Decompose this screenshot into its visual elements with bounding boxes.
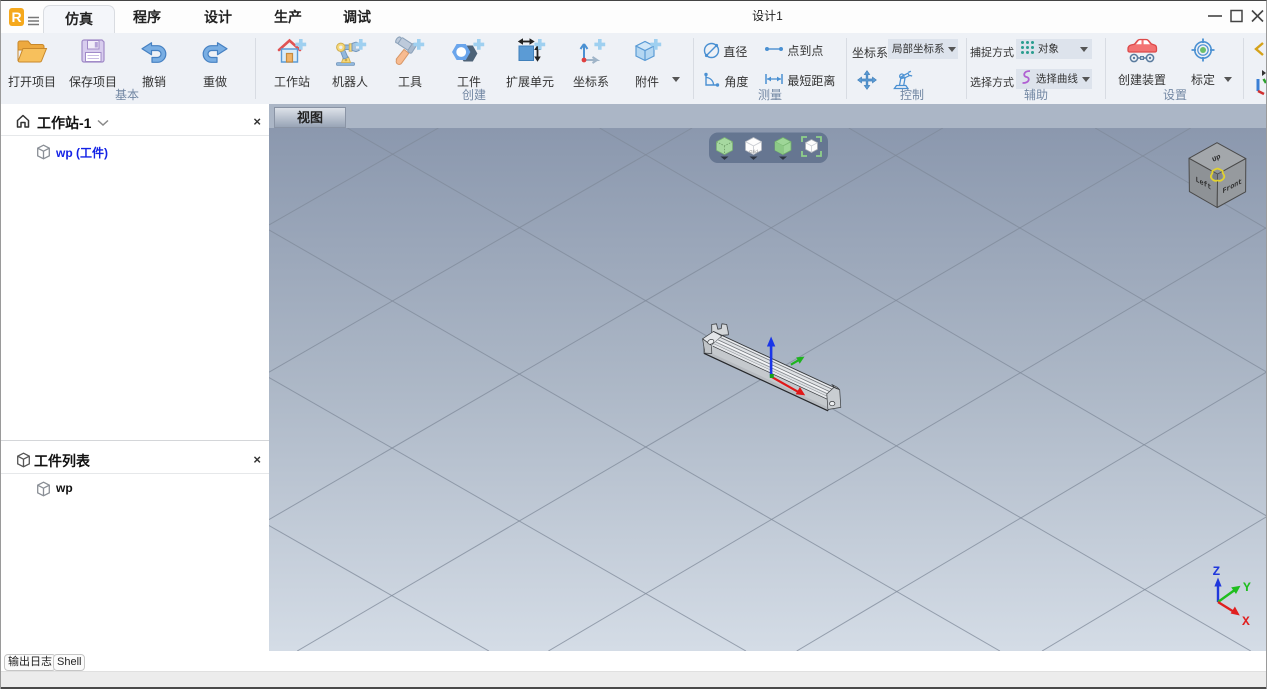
svg-text:Y: Y — [1243, 580, 1251, 595]
svg-text:Grid: Grid — [749, 149, 758, 154]
svg-text:Z: Z — [1213, 564, 1221, 579]
svg-text:X: X — [1242, 614, 1250, 629]
